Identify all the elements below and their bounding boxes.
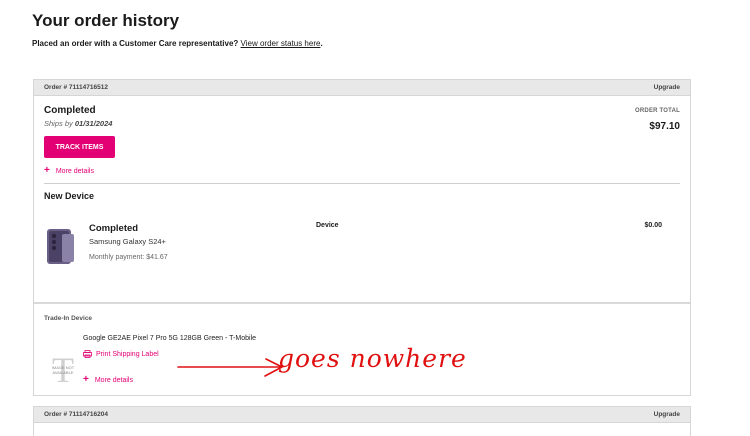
- plus-icon: +: [44, 165, 50, 176]
- order-card-2: Order # 71114716204 Upgrade: [33, 406, 691, 436]
- device-price: $0.00: [644, 222, 662, 229]
- printer-icon: [83, 350, 92, 358]
- annotation-text: goes nowhere: [278, 344, 467, 373]
- intro-question: Placed an order with a Customer Care rep…: [32, 39, 239, 48]
- order-number-2: Order # 71114716204: [44, 411, 108, 418]
- track-items-button[interactable]: TRACK ITEMS: [44, 136, 115, 158]
- order-total-label: ORDER TOTAL: [635, 108, 680, 114]
- view-order-status-link[interactable]: View order status here: [241, 39, 321, 48]
- device-model: Samsung Galaxy S24+: [89, 237, 166, 246]
- order-status: Completed: [44, 105, 96, 116]
- trade-in-title: Trade-In Device: [44, 315, 93, 322]
- order-type: Upgrade: [653, 84, 680, 91]
- trade-in-device-name: Google GE2AE Pixel 7 Pro 5G 128GB Green …: [83, 335, 257, 342]
- device-status: Completed: [89, 223, 139, 234]
- divider: [44, 183, 680, 184]
- order-header: Order # 71114716512 Upgrade: [34, 80, 690, 96]
- order-total-value: $97.10: [649, 121, 680, 132]
- section-divider: [34, 302, 690, 304]
- more-details-link[interactable]: + More details: [44, 166, 94, 176]
- new-device-title: New Device: [44, 191, 95, 201]
- device-column-label: Device: [316, 222, 339, 229]
- image-not-available: T IMAGE NOT AVAILABLE: [51, 350, 75, 390]
- order-header-2: Order # 71114716204 Upgrade: [34, 407, 690, 423]
- order-number: Order # 71114716512: [44, 84, 108, 91]
- monthly-payment: Monthly payment: $41.67: [89, 254, 168, 261]
- trade-in-more-details-link[interactable]: + More details: [83, 375, 133, 385]
- order-type-2: Upgrade: [653, 411, 680, 418]
- plus-icon: +: [83, 374, 89, 385]
- phone-image: [47, 229, 74, 264]
- page-title: Your order history: [32, 11, 180, 30]
- intro-text: Placed an order with a Customer Care rep…: [32, 39, 323, 48]
- print-shipping-label-link[interactable]: Print Shipping Label: [83, 350, 159, 358]
- ships-by: Ships by 01/31/2024: [44, 119, 113, 128]
